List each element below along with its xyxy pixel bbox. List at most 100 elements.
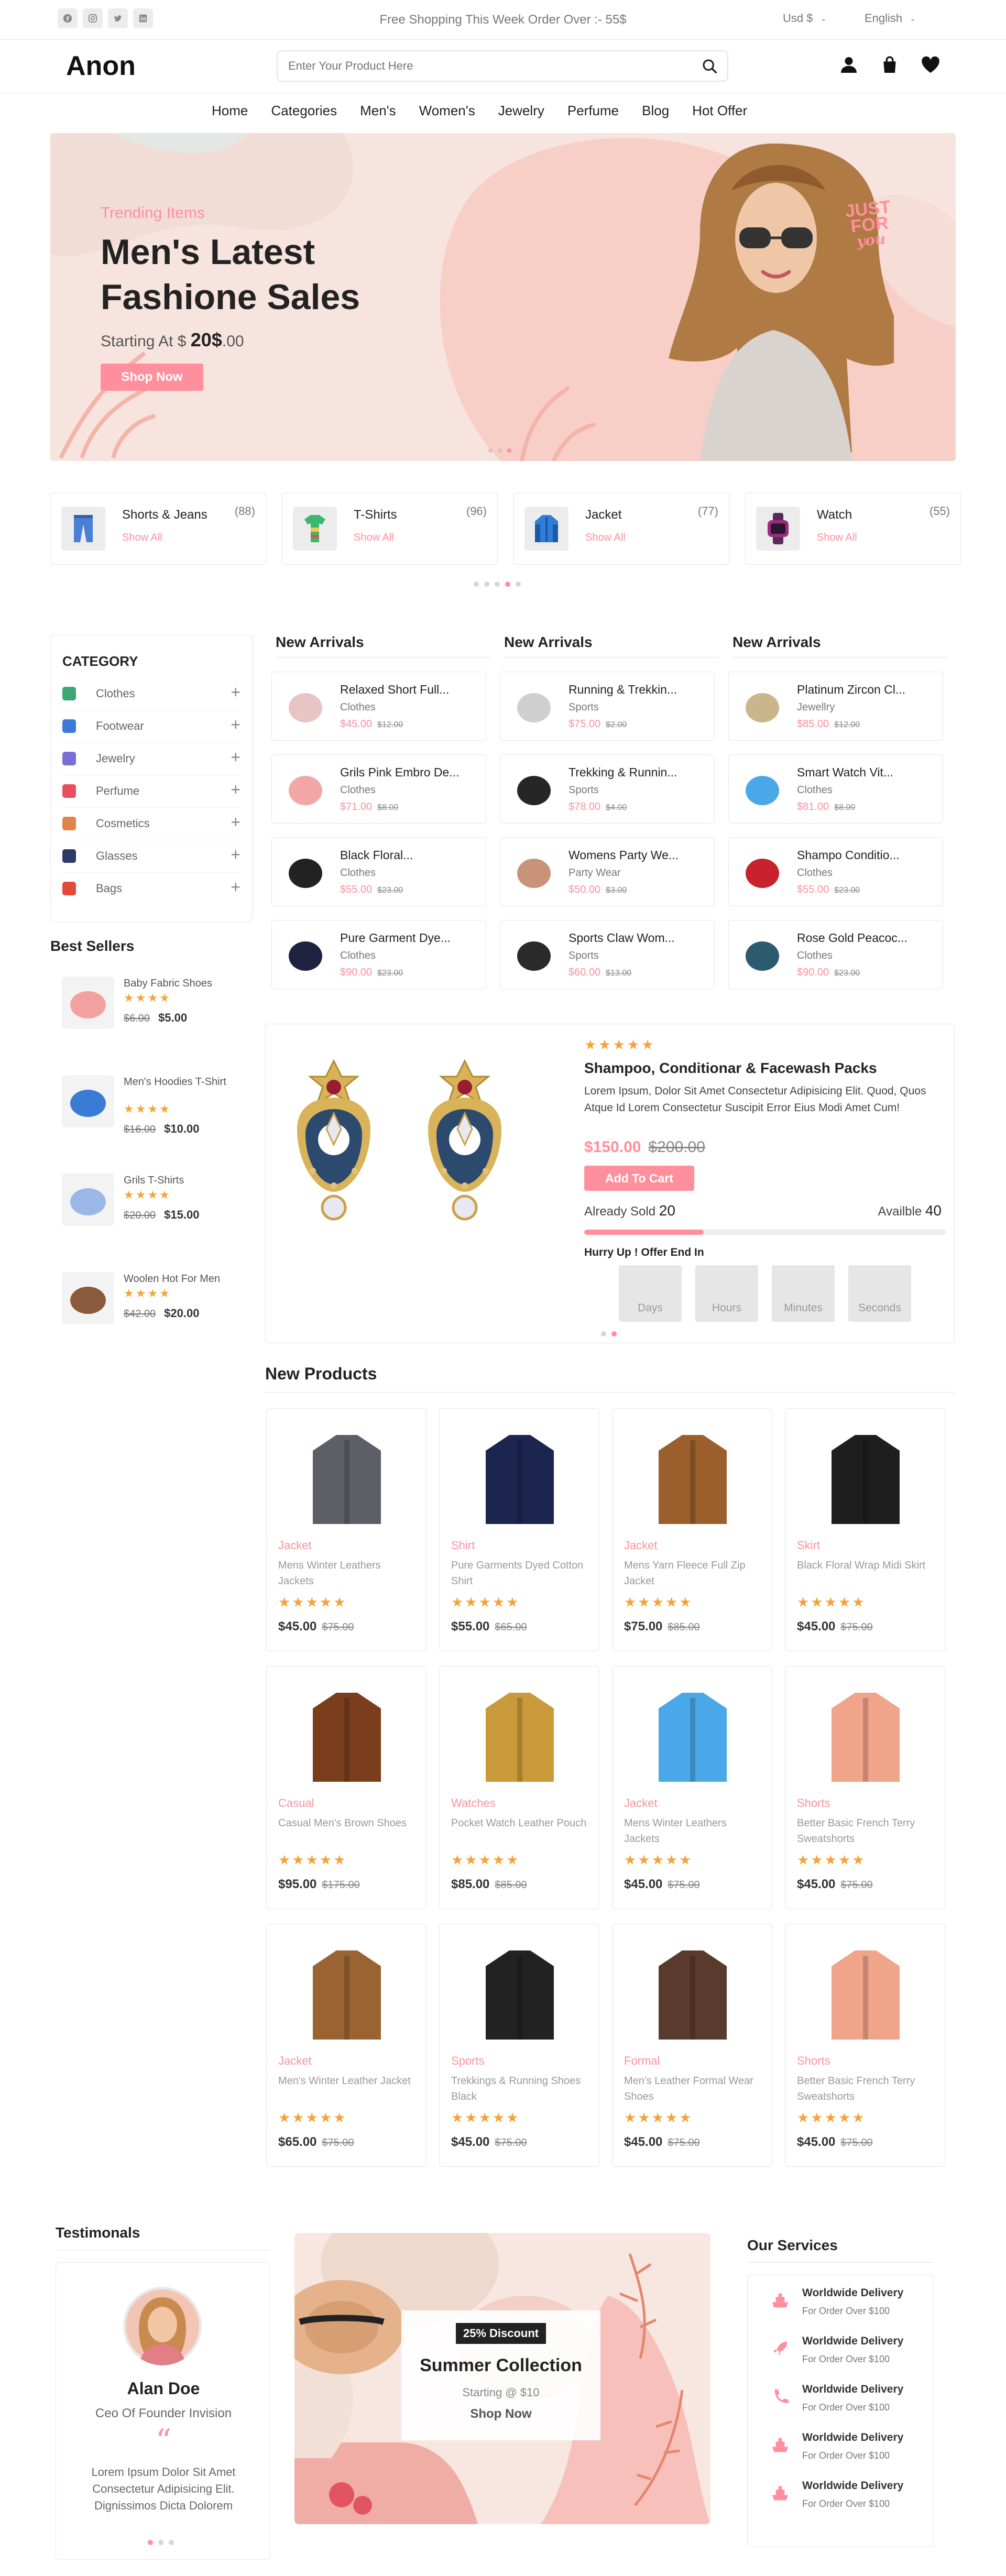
slider-dot[interactable]: [516, 582, 521, 587]
shopping-bag-icon[interactable]: [879, 54, 900, 75]
category-slider-dots: [474, 582, 521, 587]
slider-dot[interactable]: [498, 448, 502, 453]
product-card[interactable]: Shorts Better Basic French Terry Sweatsho…: [785, 1666, 945, 1909]
search-icon[interactable]: [701, 58, 719, 75]
language-select[interactable]: English ⌄: [865, 12, 916, 25]
old-price: $75.00: [668, 1879, 700, 1891]
slider-dot-active[interactable]: [507, 448, 511, 453]
category-card-shorts[interactable]: Shorts & Jeans (88) Show All: [50, 492, 266, 565]
old-price: $16.00: [124, 1124, 156, 1135]
currency-select[interactable]: Usd $ ⌄: [783, 12, 826, 25]
sidebar-item-glasses[interactable]: Glasses +: [62, 845, 240, 868]
twitter-icon[interactable]: [108, 8, 128, 28]
nav-hot-offer[interactable]: Hot Offer: [692, 103, 747, 119]
slider-dot[interactable]: [158, 2540, 163, 2545]
product-price: $45.00 $75.00: [278, 1619, 354, 1634]
nav-mens[interactable]: Men's: [360, 103, 396, 119]
arrival-product-card[interactable]: Pure Garment Dye... Clothes $90.00 $23.00: [271, 920, 486, 989]
product-card[interactable]: Sports Trekkings & Running Shoes Black ★★★…: [439, 1924, 599, 2167]
heart-icon[interactable]: [920, 54, 941, 75]
best-seller-item[interactable]: Baby Fabric Shoes ★★★★ $6.00 $5.00: [62, 977, 240, 1039]
product-card[interactable]: Jacket Mens Winter Leathers Jackets ★★★★★ $…: [612, 1666, 772, 1909]
best-seller-item[interactable]: Men's Hoodies T-Shirt ★★★★ $16.00 $10.00: [62, 1075, 240, 1138]
nav-categories[interactable]: Categories: [271, 103, 337, 119]
slider-dot[interactable]: [601, 1331, 606, 1336]
category-card-tshirts[interactable]: T-Shirts (96) Show All: [282, 492, 498, 565]
service-item[interactable]: Worldwide Delivery For Order Over $100: [770, 2287, 927, 2323]
arrival-product-card[interactable]: Smart Watch Vit... Clothes $81.00 $8.00: [728, 754, 943, 824]
shop-now-button[interactable]: Shop Now: [101, 364, 203, 391]
plus-icon[interactable]: +: [231, 748, 240, 767]
slider-dot[interactable]: [169, 2540, 174, 2545]
service-item[interactable]: Worldwide Delivery For Order Over $100: [770, 2480, 927, 2516]
product-card[interactable]: Formal Men's Leather Formal Wear Shoes ★★★…: [612, 1924, 772, 2167]
arrival-product-card[interactable]: Grils Pink Embro De... Clothes $71.00 $8.00: [271, 754, 486, 824]
category-card-jacket[interactable]: Jacket (77) Show All: [513, 492, 729, 565]
arrival-product-card[interactable]: Sports Claw Wom... Sports $60.00 $13.00: [500, 920, 715, 989]
arrival-product-card[interactable]: Platinum Zircon Cl... Jewellry $85.00 $12.0…: [728, 672, 943, 741]
nav-blog[interactable]: Blog: [642, 103, 669, 119]
add-to-cart-button[interactable]: Add To Cart: [584, 1166, 694, 1191]
sidebar-item-clothes[interactable]: Clothes +: [62, 683, 240, 706]
arrival-product-card[interactable]: Trekking & Runnin... Sports $78.00 $4.00: [500, 754, 715, 824]
promo-shop-now-link[interactable]: Shop Now: [401, 2407, 600, 2421]
slider-dot-active[interactable]: [505, 582, 510, 587]
sidebar-item-footwear[interactable]: Footwear +: [62, 715, 240, 738]
show-all-link[interactable]: Show All: [817, 532, 857, 544]
plus-icon[interactable]: +: [231, 780, 240, 799]
plus-icon[interactable]: +: [231, 878, 240, 897]
best-seller-item[interactable]: Grils T-Shirts ★★★★ $20.00 $15.00: [62, 1174, 240, 1236]
ship-icon: [770, 2435, 791, 2456]
product-card[interactable]: Jacket Mens Yarn Fleece Full Zip Jacket ★★…: [612, 1408, 772, 1651]
old-price: $75.00: [322, 2137, 354, 2149]
services-card: Worldwide Delivery For Order Over $100 Wor…: [747, 2275, 934, 2547]
arrival-product-card[interactable]: Rose Gold Peacoc... Clothes $90.00 $23.00: [728, 920, 943, 989]
sidebar-item-jewelry[interactable]: Jewelry +: [62, 748, 240, 771]
nav-perfume[interactable]: Perfume: [567, 103, 619, 119]
sidebar-item-cosmetics[interactable]: Cosmetics +: [62, 813, 240, 836]
slider-dot[interactable]: [495, 582, 500, 587]
product-card[interactable]: Shirt Pure Garments Dyed Cotton Shirt ★★★★…: [439, 1408, 599, 1651]
search-input[interactable]: [288, 57, 686, 75]
slider-dot-active[interactable]: [148, 2540, 153, 2545]
nav-jewelry[interactable]: Jewelry: [498, 103, 544, 119]
slider-dot[interactable]: [484, 582, 489, 587]
sidebar-item-perfume[interactable]: Perfume +: [62, 780, 240, 803]
arrival-product-card[interactable]: Relaxed Short Full... Clothes $45.00 $12.00: [271, 672, 486, 741]
user-icon[interactable]: [838, 54, 859, 75]
arrival-product-card[interactable]: Running & Trekkin... Sports $75.00 $2.00: [500, 672, 715, 741]
show-all-link[interactable]: Show All: [354, 532, 394, 544]
testimonial-role: Ceo Of Founder Invision: [95, 2406, 232, 2420]
show-all-link[interactable]: Show All: [585, 532, 626, 544]
arrival-product-card[interactable]: Shampo Conditio... Clothes $55.00 $23.00: [728, 837, 943, 906]
product-card[interactable]: Watches Pocket Watch Leather Pouch ★★★★★ $8…: [439, 1666, 599, 1909]
sidebar-item-bags[interactable]: Bags +: [62, 878, 240, 901]
service-item[interactable]: Worldwide Delivery For Order Over $100: [770, 2383, 927, 2420]
plus-icon[interactable]: +: [231, 813, 240, 832]
nav-home[interactable]: Home: [212, 103, 248, 119]
plus-icon[interactable]: +: [231, 845, 240, 864]
slider-dot-active[interactable]: [611, 1331, 617, 1336]
product-card[interactable]: Jacket Men's Winter Leather Jacket ★★★★★ $6…: [266, 1924, 427, 2167]
best-seller-price: $6.00 $5.00: [124, 1011, 187, 1025]
product-card[interactable]: Skirt Black Floral Wrap Midi Skirt ★★★★★ $4…: [785, 1408, 945, 1651]
product-card[interactable]: Jacket Mens Winter Leathers Jackets ★★★★★ $…: [266, 1408, 427, 1651]
category-card-watch[interactable]: Watch (55) Show All: [745, 492, 961, 565]
show-all-link[interactable]: Show All: [122, 532, 162, 544]
product-card[interactable]: Shorts Better Basic French Terry Sweatsho…: [785, 1924, 945, 2167]
arrival-product-card[interactable]: Womens Party We... Party Wear $50.00 $3.00: [500, 837, 715, 906]
service-item[interactable]: Worldwide Delivery For Order Over $100: [770, 2335, 927, 2372]
nav-womens[interactable]: Women's: [419, 103, 475, 119]
instagram-icon[interactable]: [83, 8, 103, 28]
slider-dot[interactable]: [488, 448, 493, 453]
plus-icon[interactable]: +: [231, 715, 240, 735]
plus-icon[interactable]: +: [231, 683, 240, 702]
best-seller-item[interactable]: Woolen Hot For Men ★★★★ $42.00 $20.00: [62, 1272, 240, 1335]
service-item[interactable]: Worldwide Delivery For Order Over $100: [770, 2431, 927, 2468]
facebook-icon[interactable]: [58, 8, 78, 28]
linkedin-icon[interactable]: [133, 8, 153, 28]
arrival-product-card[interactable]: Black Floral... Clothes $55.00 $23.00: [271, 837, 486, 906]
slider-dot[interactable]: [474, 582, 479, 587]
logo[interactable]: Anon: [66, 50, 136, 82]
product-card[interactable]: Casual Casual Men's Brown Shoes ★★★★★ $95.0…: [266, 1666, 427, 1909]
